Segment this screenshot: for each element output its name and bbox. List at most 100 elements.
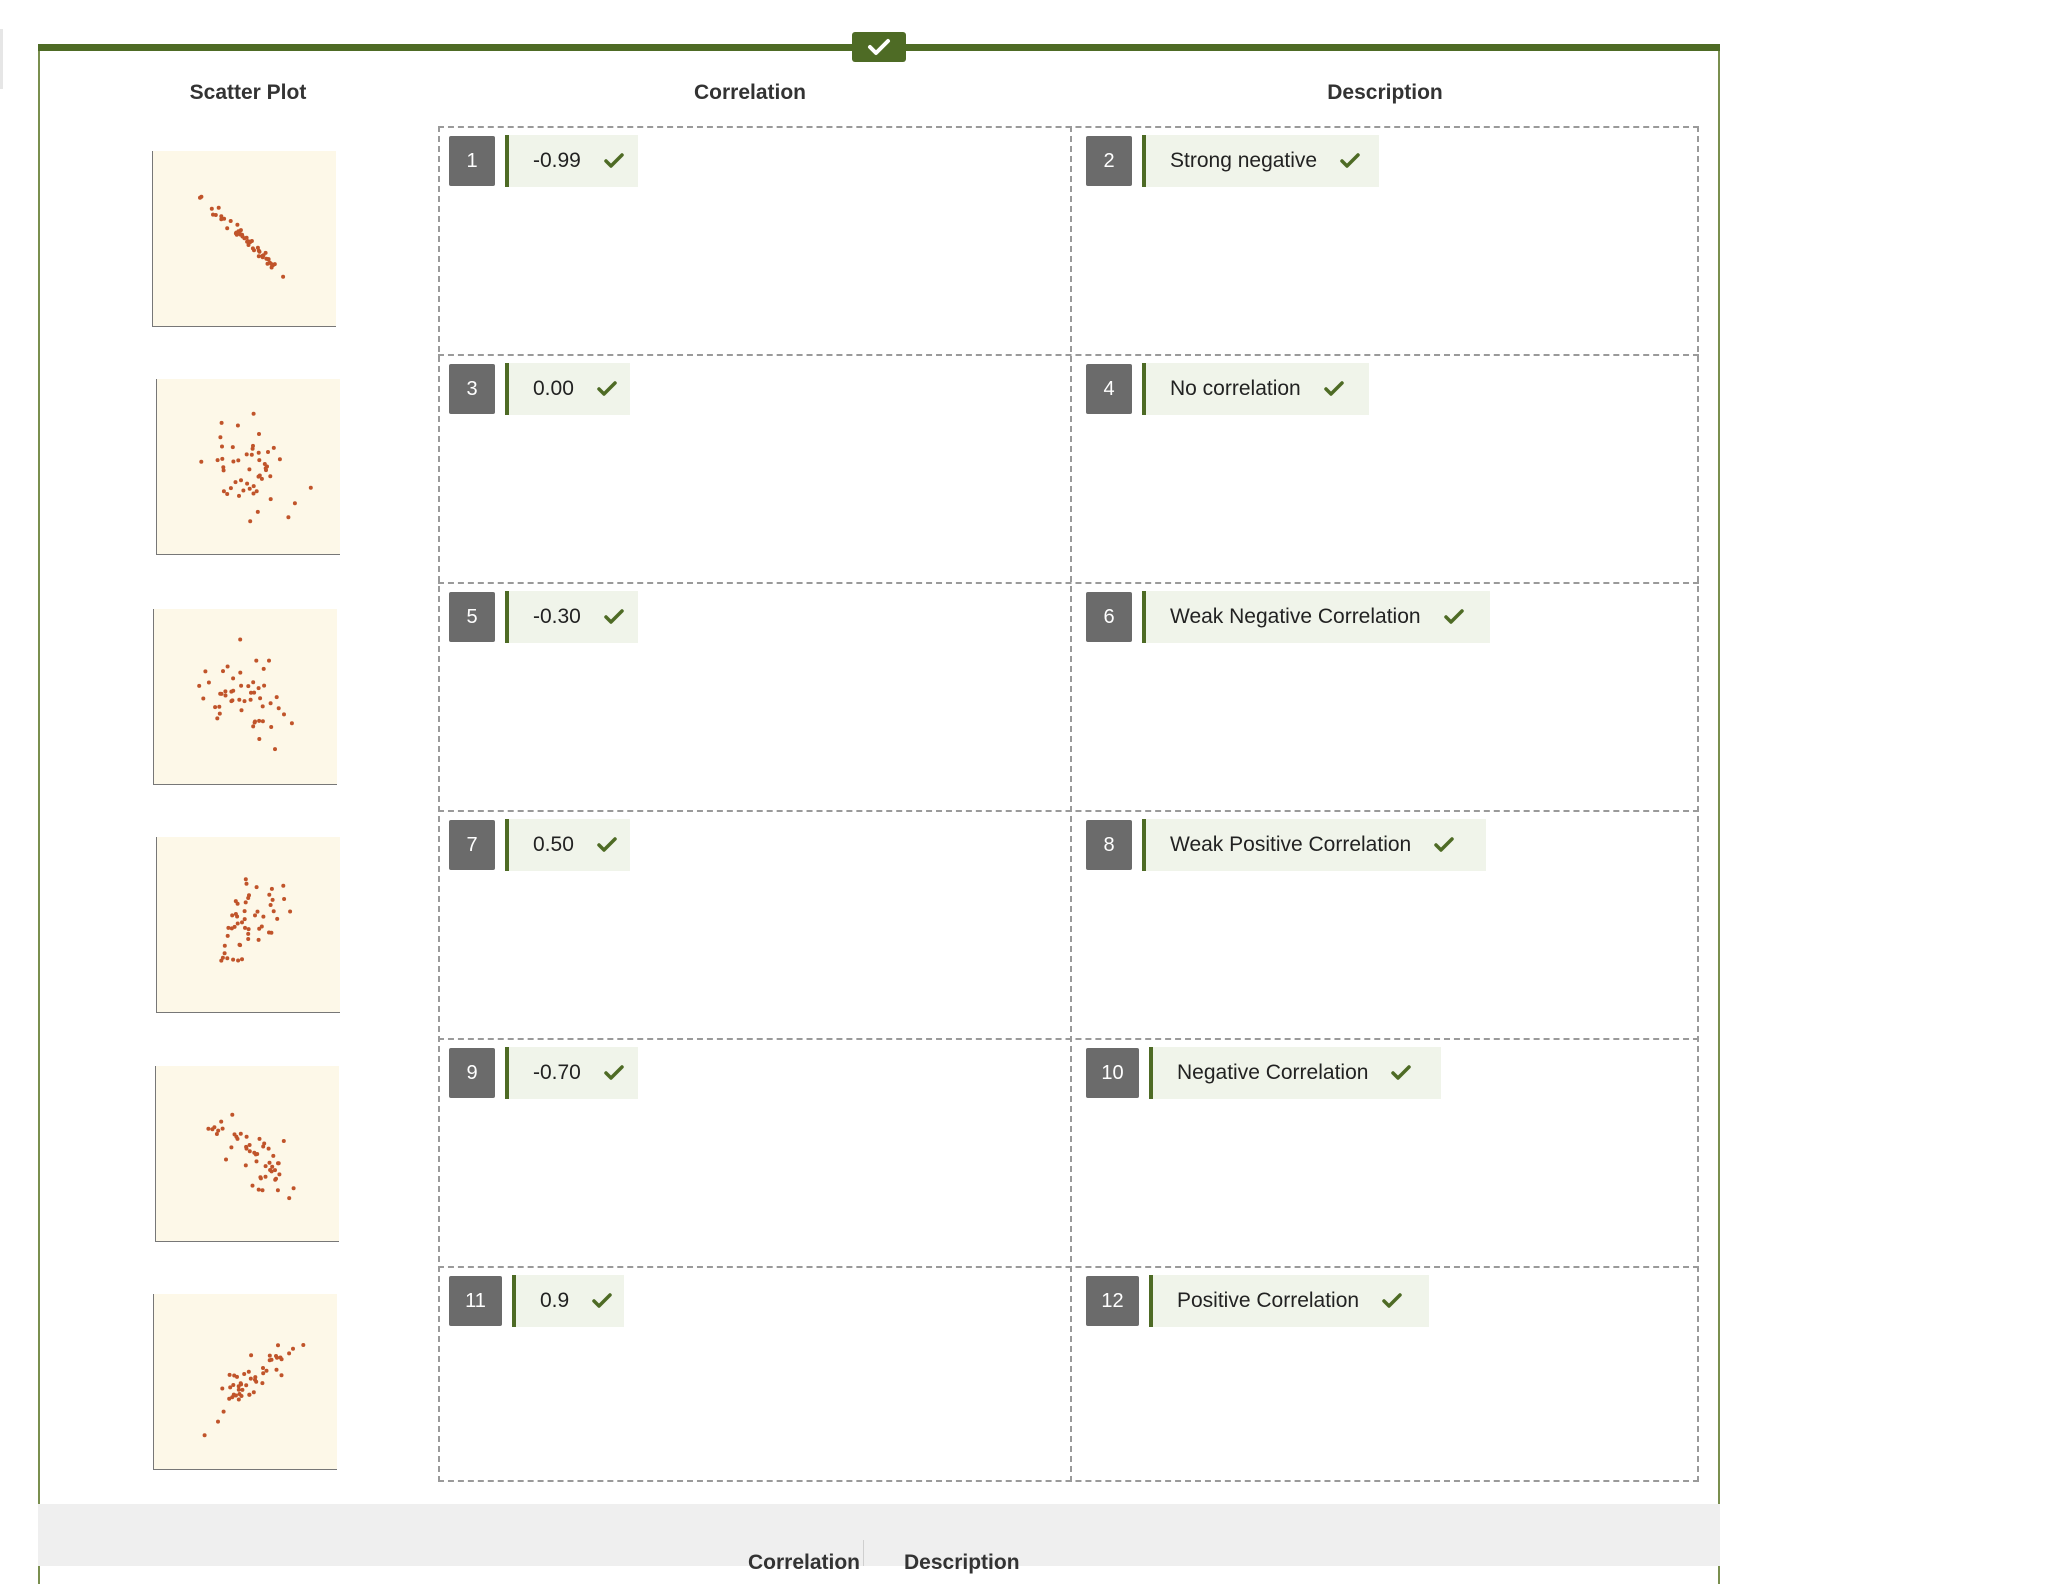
scatter-dot xyxy=(242,917,247,922)
scatter-dot xyxy=(220,456,225,461)
scatter-dot xyxy=(259,476,264,481)
scatter-dot xyxy=(238,228,243,233)
scatter-dot xyxy=(238,232,243,237)
scatter-dot xyxy=(260,1188,265,1193)
correlation-answer-chip[interactable]: 0.50 xyxy=(505,819,630,871)
scatter-dot xyxy=(274,1176,278,1181)
scatter-dot xyxy=(238,637,243,642)
scatter-dot xyxy=(242,1372,247,1376)
correlation-answer-chip[interactable]: 0.9 xyxy=(512,1275,624,1327)
scatter-dot xyxy=(201,696,206,701)
scatter-dot xyxy=(255,909,260,914)
scatter-dot xyxy=(258,696,263,701)
header-correlation: Correlation xyxy=(693,81,806,104)
scatter-dot xyxy=(238,1131,243,1136)
scatter-dot xyxy=(222,951,227,956)
correlation-answer-chip[interactable]: -0.70 xyxy=(505,1047,638,1099)
scatter-dot xyxy=(247,467,252,472)
scatter-dot xyxy=(218,435,223,440)
answer-label: -0.99 xyxy=(533,149,581,172)
scatter-dot xyxy=(267,930,271,935)
check-icon xyxy=(603,152,625,170)
scatter-dot xyxy=(269,1357,274,1362)
scatter-dot xyxy=(231,688,236,693)
description-answer-chip[interactable]: No correlation xyxy=(1142,363,1369,415)
scatter-dot xyxy=(287,1196,292,1201)
correlation-index-badge: 7 xyxy=(449,820,495,870)
scatter-dot xyxy=(249,452,254,457)
scatter-dot xyxy=(243,1163,248,1168)
scatter-dot xyxy=(273,1168,277,1173)
scatter-plot-5 xyxy=(155,1066,339,1242)
scatter-dot xyxy=(244,452,249,457)
answer-label: No correlation xyxy=(1170,377,1301,400)
correlation-answer-chip[interactable]: -0.99 xyxy=(505,135,638,187)
scatter-dots xyxy=(206,1112,296,1201)
scatter-dot xyxy=(219,691,224,696)
scatter-dot xyxy=(230,698,235,703)
scatter-dot xyxy=(225,226,230,231)
scatter-dot xyxy=(220,1126,225,1131)
header-scatter-plot: Scatter Plot xyxy=(189,81,307,104)
correlation-index-badge: 9 xyxy=(449,1048,495,1098)
grid-row-divider xyxy=(438,810,1699,812)
scatter-dot xyxy=(238,943,243,948)
check-icon xyxy=(1323,380,1345,398)
scatter-dot xyxy=(257,249,262,254)
scatter-dot xyxy=(260,254,265,258)
scatter-dot xyxy=(251,680,256,685)
scatter-dot xyxy=(277,1172,282,1177)
scatter-dot xyxy=(267,1353,272,1358)
scatter-dot xyxy=(239,708,244,713)
scatter-dot xyxy=(210,1127,215,1132)
scatter-dot xyxy=(215,716,220,721)
scatter-dot xyxy=(232,1393,236,1398)
scatter-dot xyxy=(256,1187,261,1192)
correlation-answer-chip[interactable]: 0.00 xyxy=(505,363,630,415)
description-answer-chip[interactable]: Positive Correlation xyxy=(1149,1275,1429,1327)
scatter-dot xyxy=(233,480,238,485)
scatter-dot xyxy=(266,1146,271,1151)
scatter-dot xyxy=(219,420,224,425)
description-answer-chip[interactable]: Weak Positive Correlation xyxy=(1142,819,1486,871)
scatter-dot xyxy=(217,711,222,716)
scatter-dot xyxy=(277,457,282,462)
scatter-dot xyxy=(282,712,286,717)
scatter-dot xyxy=(279,1373,284,1378)
scatter-dot xyxy=(197,683,202,688)
scatter-dot xyxy=(231,676,236,681)
scatter-dot xyxy=(268,474,273,479)
scatter-dot xyxy=(261,1144,266,1149)
description-answer-chip[interactable]: Weak Negative Correlation xyxy=(1142,591,1490,643)
scatter-dot xyxy=(198,195,202,200)
description-answer-chip[interactable]: Strong negative xyxy=(1142,135,1379,187)
scatter-dot xyxy=(254,885,259,890)
scatter-dot xyxy=(274,695,279,700)
scatter-dot xyxy=(251,724,256,729)
correlation-answer-chip[interactable]: -0.30 xyxy=(505,591,638,643)
scatter-dot xyxy=(235,222,240,227)
scatter-dot xyxy=(264,1368,269,1373)
scatter-dot xyxy=(246,896,251,900)
scatter-dot xyxy=(238,670,243,675)
scatter-dot xyxy=(231,459,236,464)
footer-correlation-label: Correlation xyxy=(748,1551,861,1574)
scatter-dot xyxy=(275,1188,280,1193)
scatter-dot xyxy=(275,1355,279,1360)
scatter-dot xyxy=(227,1372,232,1377)
description-answer-chip[interactable]: Negative Correlation xyxy=(1149,1047,1441,1099)
scatter-dot xyxy=(263,1164,268,1169)
scatter-dot xyxy=(219,958,224,963)
scatter-dot xyxy=(216,1419,220,1424)
scatter-dot xyxy=(236,1387,241,1392)
scatter-dot xyxy=(281,1139,286,1143)
answer-label: Positive Correlation xyxy=(1177,1289,1360,1312)
correlation-index-badge: 1 xyxy=(449,136,495,186)
scatter-plot-6 xyxy=(153,1294,337,1470)
scatter-dot xyxy=(251,484,256,489)
check-icon xyxy=(1381,1292,1403,1310)
scatter-dot xyxy=(232,1132,237,1137)
scatter-dot xyxy=(255,509,260,514)
scatter-dot xyxy=(254,658,259,663)
scatter-dot xyxy=(248,1376,253,1381)
